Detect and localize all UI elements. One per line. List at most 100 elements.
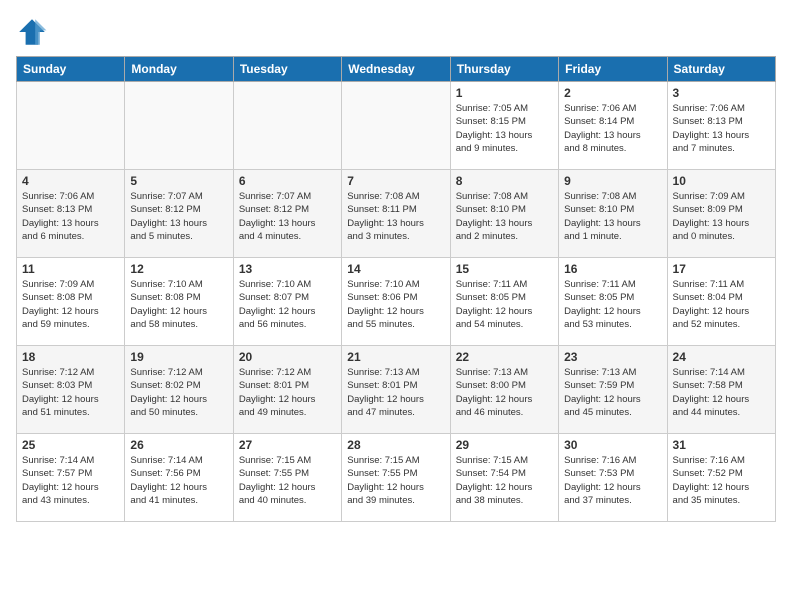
day-info: Sunrise: 7:12 AMSunset: 8:03 PMDaylight:… bbox=[22, 366, 119, 419]
calendar-cell: 9 Sunrise: 7:08 AMSunset: 8:10 PMDaylight… bbox=[559, 170, 667, 258]
calendar-cell bbox=[342, 82, 450, 170]
day-number: 20 bbox=[239, 350, 336, 364]
calendar-header: SundayMondayTuesdayWednesdayThursdayFrid… bbox=[17, 57, 776, 82]
day-info: Sunrise: 7:14 AMSunset: 7:56 PMDaylight:… bbox=[130, 454, 227, 507]
calendar-cell bbox=[233, 82, 341, 170]
day-info: Sunrise: 7:06 AMSunset: 8:13 PMDaylight:… bbox=[22, 190, 119, 243]
day-info: Sunrise: 7:07 AMSunset: 8:12 PMDaylight:… bbox=[239, 190, 336, 243]
day-info: Sunrise: 7:12 AMSunset: 8:02 PMDaylight:… bbox=[130, 366, 227, 419]
day-number: 12 bbox=[130, 262, 227, 276]
day-info: Sunrise: 7:13 AMSunset: 8:00 PMDaylight:… bbox=[456, 366, 553, 419]
day-number: 13 bbox=[239, 262, 336, 276]
day-info: Sunrise: 7:13 AMSunset: 7:59 PMDaylight:… bbox=[564, 366, 661, 419]
day-number: 11 bbox=[22, 262, 119, 276]
calendar-cell: 7 Sunrise: 7:08 AMSunset: 8:11 PMDaylight… bbox=[342, 170, 450, 258]
page-container: SundayMondayTuesdayWednesdayThursdayFrid… bbox=[16, 16, 776, 522]
day-info: Sunrise: 7:15 AMSunset: 7:55 PMDaylight:… bbox=[239, 454, 336, 507]
day-number: 22 bbox=[456, 350, 553, 364]
day-info: Sunrise: 7:11 AMSunset: 8:05 PMDaylight:… bbox=[564, 278, 661, 331]
day-info: Sunrise: 7:06 AMSunset: 8:14 PMDaylight:… bbox=[564, 102, 661, 155]
calendar-cell: 21Sunrise: 7:13 AMSunset: 8:01 PMDayligh… bbox=[342, 346, 450, 434]
day-info: Sunrise: 7:10 AMSunset: 8:07 PMDaylight:… bbox=[239, 278, 336, 331]
logo-area bbox=[16, 16, 52, 48]
calendar-cell: 27 Sunrise: 7:15 AMSunset: 7:55 PMDayligh… bbox=[233, 434, 341, 522]
day-number: 3 bbox=[673, 86, 770, 100]
day-info: Sunrise: 7:06 AMSunset: 8:13 PMDaylight:… bbox=[673, 102, 770, 155]
calendar-cell: 15 Sunrise: 7:11 AMSunset: 8:05 PMDayligh… bbox=[450, 258, 558, 346]
day-info: Sunrise: 7:14 AMSunset: 7:58 PMDaylight:… bbox=[673, 366, 770, 419]
logo-icon bbox=[16, 16, 48, 48]
day-info: Sunrise: 7:09 AMSunset: 8:09 PMDaylight:… bbox=[673, 190, 770, 243]
calendar-cell: 12Sunrise: 7:10 AMSunset: 8:08 PMDayligh… bbox=[125, 258, 233, 346]
calendar-cell: 18 Sunrise: 7:12 AMSunset: 8:03 PMDayligh… bbox=[17, 346, 125, 434]
calendar-body: 1Sunrise: 7:05 AMSunset: 8:15 PMDaylight… bbox=[17, 82, 776, 522]
day-number: 8 bbox=[456, 174, 553, 188]
weekday-header-thursday: Thursday bbox=[450, 57, 558, 82]
calendar-cell: 5 Sunrise: 7:07 AMSunset: 8:12 PMDaylight… bbox=[125, 170, 233, 258]
day-number: 29 bbox=[456, 438, 553, 452]
calendar-cell: 1Sunrise: 7:05 AMSunset: 8:15 PMDaylight… bbox=[450, 82, 558, 170]
calendar-cell: 17 Sunrise: 7:11 AMSunset: 8:04 PMDayligh… bbox=[667, 258, 775, 346]
day-info: Sunrise: 7:15 AMSunset: 7:54 PMDaylight:… bbox=[456, 454, 553, 507]
calendar-cell: 24Sunrise: 7:14 AMSunset: 7:58 PMDayligh… bbox=[667, 346, 775, 434]
day-info: Sunrise: 7:11 AMSunset: 8:04 PMDaylight:… bbox=[673, 278, 770, 331]
calendar-cell bbox=[125, 82, 233, 170]
weekday-header-saturday: Saturday bbox=[667, 57, 775, 82]
week-row-2: 4 Sunrise: 7:06 AMSunset: 8:13 PMDaylight… bbox=[17, 170, 776, 258]
calendar-cell: 3 Sunrise: 7:06 AMSunset: 8:13 PMDaylight… bbox=[667, 82, 775, 170]
day-info: Sunrise: 7:08 AMSunset: 8:10 PMDaylight:… bbox=[564, 190, 661, 243]
day-number: 4 bbox=[22, 174, 119, 188]
day-number: 25 bbox=[22, 438, 119, 452]
day-number: 23 bbox=[564, 350, 661, 364]
calendar-cell: 28Sunrise: 7:15 AMSunset: 7:55 PMDayligh… bbox=[342, 434, 450, 522]
calendar-cell: 29 Sunrise: 7:15 AMSunset: 7:54 PMDayligh… bbox=[450, 434, 558, 522]
calendar-cell: 8 Sunrise: 7:08 AMSunset: 8:10 PMDaylight… bbox=[450, 170, 558, 258]
calendar-cell: 11 Sunrise: 7:09 AMSunset: 8:08 PMDayligh… bbox=[17, 258, 125, 346]
day-info: Sunrise: 7:14 AMSunset: 7:57 PMDaylight:… bbox=[22, 454, 119, 507]
day-info: Sunrise: 7:16 AMSunset: 7:53 PMDaylight:… bbox=[564, 454, 661, 507]
day-number: 15 bbox=[456, 262, 553, 276]
day-number: 9 bbox=[564, 174, 661, 188]
calendar-cell: 14Sunrise: 7:10 AMSunset: 8:06 PMDayligh… bbox=[342, 258, 450, 346]
week-row-3: 11 Sunrise: 7:09 AMSunset: 8:08 PMDayligh… bbox=[17, 258, 776, 346]
day-number: 27 bbox=[239, 438, 336, 452]
calendar-cell bbox=[17, 82, 125, 170]
day-info: Sunrise: 7:07 AMSunset: 8:12 PMDaylight:… bbox=[130, 190, 227, 243]
header-row: SundayMondayTuesdayWednesdayThursdayFrid… bbox=[17, 57, 776, 82]
weekday-header-sunday: Sunday bbox=[17, 57, 125, 82]
day-number: 16 bbox=[564, 262, 661, 276]
calendar-cell: 13 Sunrise: 7:10 AMSunset: 8:07 PMDayligh… bbox=[233, 258, 341, 346]
calendar-cell: 25 Sunrise: 7:14 AMSunset: 7:57 PMDayligh… bbox=[17, 434, 125, 522]
day-number: 5 bbox=[130, 174, 227, 188]
day-number: 30 bbox=[564, 438, 661, 452]
week-row-4: 18 Sunrise: 7:12 AMSunset: 8:03 PMDayligh… bbox=[17, 346, 776, 434]
weekday-header-wednesday: Wednesday bbox=[342, 57, 450, 82]
calendar-cell: 31Sunrise: 7:16 AMSunset: 7:52 PMDayligh… bbox=[667, 434, 775, 522]
day-info: Sunrise: 7:08 AMSunset: 8:10 PMDaylight:… bbox=[456, 190, 553, 243]
day-info: Sunrise: 7:15 AMSunset: 7:55 PMDaylight:… bbox=[347, 454, 444, 507]
day-number: 18 bbox=[22, 350, 119, 364]
calendar-cell: 4 Sunrise: 7:06 AMSunset: 8:13 PMDaylight… bbox=[17, 170, 125, 258]
calendar-cell: 22 Sunrise: 7:13 AMSunset: 8:00 PMDayligh… bbox=[450, 346, 558, 434]
calendar-cell: 10 Sunrise: 7:09 AMSunset: 8:09 PMDayligh… bbox=[667, 170, 775, 258]
day-number: 7 bbox=[347, 174, 444, 188]
weekday-header-friday: Friday bbox=[559, 57, 667, 82]
calendar-cell: 23 Sunrise: 7:13 AMSunset: 7:59 PMDayligh… bbox=[559, 346, 667, 434]
day-info: Sunrise: 7:11 AMSunset: 8:05 PMDaylight:… bbox=[456, 278, 553, 331]
day-number: 19 bbox=[130, 350, 227, 364]
day-number: 31 bbox=[673, 438, 770, 452]
day-number: 26 bbox=[130, 438, 227, 452]
day-number: 17 bbox=[673, 262, 770, 276]
day-info: Sunrise: 7:09 AMSunset: 8:08 PMDaylight:… bbox=[22, 278, 119, 331]
day-info: Sunrise: 7:08 AMSunset: 8:11 PMDaylight:… bbox=[347, 190, 444, 243]
weekday-header-monday: Monday bbox=[125, 57, 233, 82]
calendar-cell: 30 Sunrise: 7:16 AMSunset: 7:53 PMDayligh… bbox=[559, 434, 667, 522]
calendar-cell: 20 Sunrise: 7:12 AMSunset: 8:01 PMDayligh… bbox=[233, 346, 341, 434]
day-info: Sunrise: 7:12 AMSunset: 8:01 PMDaylight:… bbox=[239, 366, 336, 419]
calendar-cell: 16 Sunrise: 7:11 AMSunset: 8:05 PMDayligh… bbox=[559, 258, 667, 346]
calendar-table: SundayMondayTuesdayWednesdayThursdayFrid… bbox=[16, 56, 776, 522]
day-number: 10 bbox=[673, 174, 770, 188]
weekday-header-tuesday: Tuesday bbox=[233, 57, 341, 82]
day-info: Sunrise: 7:13 AMSunset: 8:01 PMDaylight:… bbox=[347, 366, 444, 419]
day-number: 2 bbox=[564, 86, 661, 100]
